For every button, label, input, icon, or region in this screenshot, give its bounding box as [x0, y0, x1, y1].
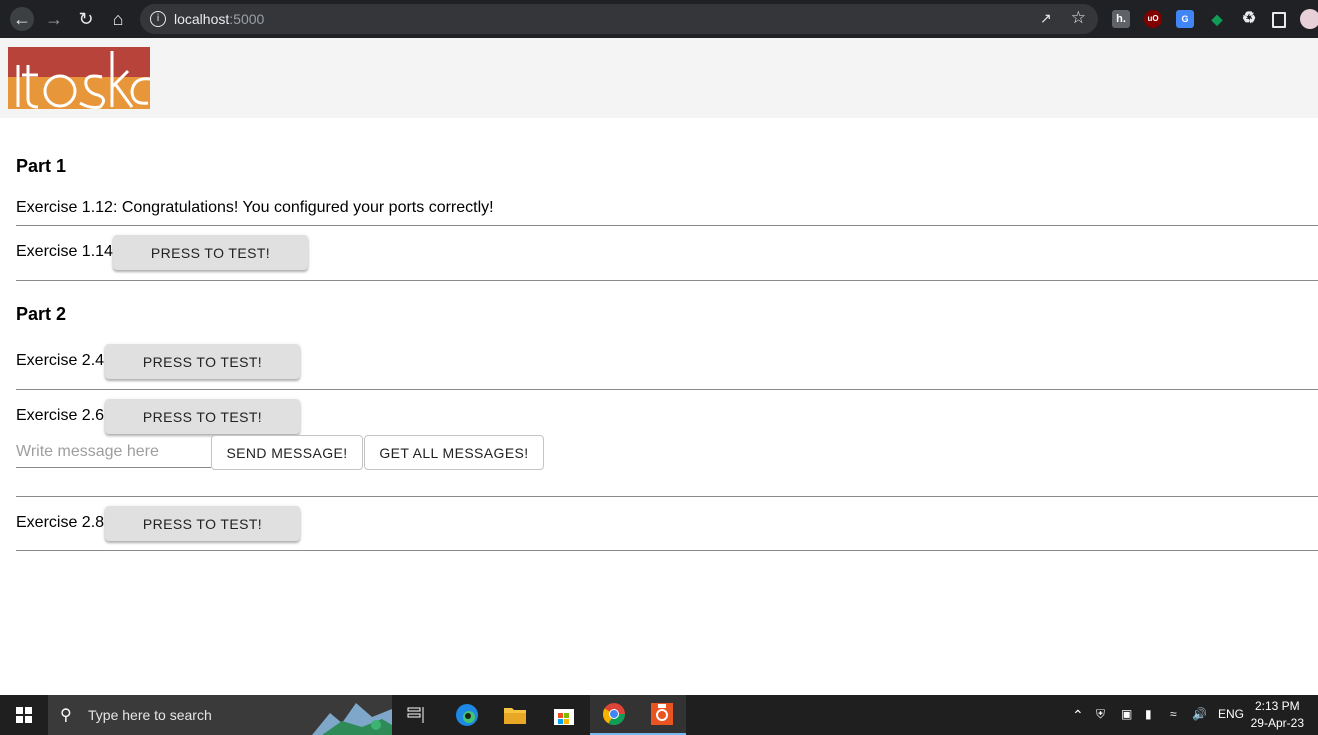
taskbar-search[interactable]: ⚲ Type here to search [48, 695, 392, 735]
taskbar-clock[interactable]: 2:13 PM 29-Apr-23 [1251, 698, 1304, 732]
windows-taskbar: ⚲ Type here to search ⌃ ⛨ ▣ ▮ ≈ 🔊 ENG 2:… [0, 695, 1318, 735]
extensions-puzzle-icon[interactable]: ♻ [1240, 10, 1258, 28]
search-icon: ⚲ [60, 707, 72, 724]
app-header: toska [0, 38, 1318, 118]
clock-date: 29-Apr-23 [1250, 716, 1304, 730]
extension-translate-icon[interactable]: G [1176, 10, 1194, 28]
send-message-button[interactable]: SEND MESSAGE! [211, 435, 363, 470]
part2-title: Part 2 [16, 304, 67, 324]
exercise-1-14-label: Exercise 1.14: [16, 243, 118, 260]
side-panel-icon[interactable] [1272, 12, 1286, 28]
wifi-icon[interactable]: ≈ [1170, 707, 1177, 721]
exercise-2-4-test-button[interactable]: PRESS TO TEST! [105, 344, 300, 379]
exercise-2-6-test-button[interactable]: PRESS TO TEST! [105, 399, 300, 434]
back-arrow-icon[interactable]: ← [10, 7, 34, 31]
edge-browser-icon[interactable] [443, 695, 491, 735]
forward-arrow-icon[interactable]: → [42, 7, 66, 31]
tray-chevron-up-icon[interactable]: ⌃ [1072, 707, 1084, 724]
exercise-2-4-label: Exercise 2.4: [16, 352, 109, 369]
extension-ublock-icon[interactable]: uO [1144, 10, 1162, 28]
divider [16, 496, 1318, 497]
toska-logo: toska [8, 47, 150, 109]
address-bar[interactable]: i localhost:5000 ↗ ☆ [140, 4, 1098, 34]
home-icon[interactable]: ⌂ [106, 7, 130, 31]
taskbar-search-placeholder: Type here to search [88, 707, 212, 723]
meet-now-icon[interactable]: ▣ [1121, 707, 1132, 721]
divider [16, 280, 1318, 281]
search-highlight-art-icon [312, 703, 392, 735]
site-info-icon[interactable]: i [150, 11, 166, 27]
url-host: localhost [174, 11, 230, 27]
profile-avatar-icon[interactable] [1300, 9, 1318, 29]
extension-green-icon[interactable]: ◆ [1208, 10, 1226, 28]
url-text: localhost:5000 [174, 11, 264, 27]
exercise-2-8-test-button[interactable]: PRESS TO TEST! [105, 506, 300, 541]
volume-icon[interactable]: 🔊 [1192, 707, 1207, 721]
microsoft-store-icon[interactable] [540, 695, 588, 735]
task-view-icon[interactable] [392, 695, 440, 735]
get-all-messages-button[interactable]: GET ALL MESSAGES! [364, 435, 544, 470]
defender-shield-icon[interactable]: ⛨ [1096, 707, 1105, 722]
ubuntu-terminal-icon[interactable] [638, 695, 686, 735]
browser-toolbar: ← → ↻ ⌂ i localhost:5000 ↗ ☆ h. uO G ◆ ♻ [0, 0, 1318, 38]
battery-icon[interactable]: ▮ [1145, 707, 1152, 721]
divider [16, 389, 1318, 390]
exercise-2-8-label: Exercise 2.8: [16, 514, 109, 531]
bookmark-star-icon[interactable]: ☆ [1071, 8, 1086, 28]
divider [16, 550, 1318, 551]
reload-icon[interactable]: ↻ [74, 7, 98, 31]
url-port: :5000 [229, 11, 265, 27]
part1-title: Part 1 [16, 156, 67, 176]
exercise-1-12-text: Exercise 1.12: Congratulations! You conf… [16, 199, 494, 216]
message-input[interactable] [16, 437, 211, 468]
chrome-browser-icon[interactable] [590, 695, 638, 735]
extension-h-icon[interactable]: h. [1112, 10, 1130, 28]
exercise-2-6-label: Exercise 2.6: [16, 407, 109, 424]
share-icon[interactable]: ↗ [1040, 10, 1056, 26]
language-indicator[interactable]: ENG [1218, 707, 1244, 721]
windows-start-icon[interactable] [0, 695, 48, 735]
divider [16, 225, 1318, 226]
file-explorer-icon[interactable] [491, 695, 539, 735]
clock-time: 2:13 PM [1254, 699, 1300, 713]
exercise-1-14-test-button[interactable]: PRESS TO TEST! [113, 235, 308, 270]
